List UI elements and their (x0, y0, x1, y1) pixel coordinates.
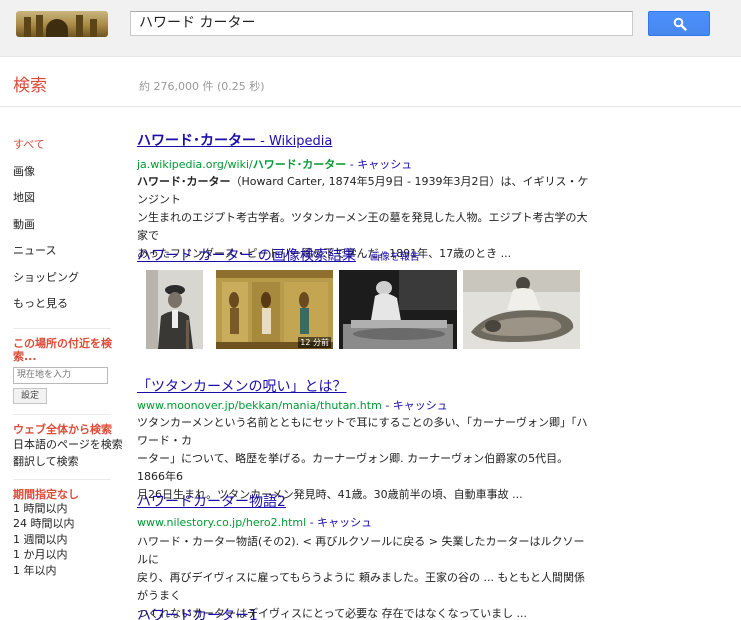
time-1-week[interactable]: 1 週間以内 (13, 532, 131, 548)
page-title: 検索 (13, 76, 47, 96)
result-title-link[interactable]: 「ツタンカーメンの呪い」とは？ (137, 377, 589, 397)
image-results-link[interactable]: ハワード カーター の画像検索結果 (137, 248, 356, 264)
result-item: ハワード･カーター - Wikipedia ja.wikipedia.org/w… (137, 131, 589, 263)
result-title-link[interactable]: ハワード･カーター - Wikipedia (137, 131, 589, 152)
sidebar-item-news[interactable]: ニュース (13, 238, 131, 265)
result-url: www.moonover.jp/bekkan/mania/thutan.htm … (137, 399, 448, 412)
search-button[interactable] (648, 11, 710, 36)
sidebar-divider (13, 478, 111, 480)
location-input[interactable] (13, 366, 108, 384)
result-item: 「ツタンカーメンの呪い」とは？ www.moonover.jp/bekkan/m… (137, 377, 589, 504)
sidebar-item-all[interactable]: すべて (13, 132, 131, 159)
sidebar-translated-search[interactable]: 翻訳して検索 (13, 455, 131, 469)
result-title-link[interactable]: ハワードカーター物語2 (137, 492, 589, 512)
result-item: ハワードカーター1 (137, 606, 589, 620)
sidebar-item-more[interactable]: もっと見る (13, 291, 131, 318)
result-item: ハワードカーター物語2 www.nilestory.co.jp/hero2.ht… (137, 492, 589, 620)
result-snippet: ツタンカーメンという名前とともにセットで耳にすることの多い、「カーナーヴォン卿」… (137, 416, 588, 501)
doodle-logo[interactable] (16, 11, 108, 37)
sidebar: すべて 画像 地図 動画 ニュース ショッピング もっと見る この場所の付近を検… (13, 132, 131, 578)
sidebar-item-maps[interactable]: 地図 (13, 185, 131, 212)
sidebar-japanese-pages[interactable]: 日本語のページを検索 (13, 438, 131, 452)
mummy-case-photo-image (463, 270, 580, 349)
report-images-link[interactable]: - 画像を報告 (360, 252, 420, 263)
time-1-month[interactable]: 1 か月以内 (13, 547, 131, 563)
time-24-hours[interactable]: 24 時間以内 (13, 516, 131, 532)
search-input[interactable]: ハワード カーター (130, 11, 633, 36)
cache-link[interactable]: - キャッシュ (346, 158, 412, 171)
result-url: www.nilestory.co.jp/hero2.html - キャッシュ (137, 516, 373, 529)
search-icon (673, 17, 687, 31)
sarcophagus-photo-image (339, 270, 457, 349)
sidebar-divider (13, 413, 111, 415)
result-title-link[interactable]: ハワードカーター1 (137, 606, 589, 620)
top-bar: ハワード カーター (0, 0, 741, 57)
image-thumbnail[interactable] (339, 270, 457, 349)
image-results-header: ハワード カーター の画像検索結果 - 画像を報告 (137, 245, 420, 265)
sidebar-divider (13, 327, 111, 329)
time-heading: 期間指定なし (13, 487, 79, 501)
time-1-hour[interactable]: 1 時間以内 (13, 501, 131, 517)
sidebar-item-videos[interactable]: 動画 (13, 212, 131, 239)
cache-link[interactable]: - キャッシュ (382, 399, 447, 412)
thumbnail-age-badge: 12 分前 (298, 337, 331, 348)
portrait-photo-image (146, 270, 203, 349)
image-thumbnail[interactable]: 12 分前 (216, 270, 333, 349)
cache-link[interactable]: - キャッシュ (306, 516, 372, 529)
result-url: ja.wikipedia.org/wiki/ハワード･カーター - キャッシュ (137, 158, 413, 171)
location-set-button[interactable]: 設定 (13, 387, 48, 404)
web-scope-heading: ウェブ全体から検索 (13, 422, 112, 436)
result-stats: 約 276,000 件 (0.25 秒) (139, 80, 265, 93)
image-thumbnail[interactable] (463, 270, 580, 349)
sidebar-item-shopping[interactable]: ショッピング (13, 265, 131, 292)
subheader: 検索 約 276,000 件 (0.25 秒) (0, 57, 741, 107)
image-thumbnail[interactable] (146, 270, 203, 349)
sidebar-item-images[interactable]: 画像 (13, 159, 131, 186)
location-heading: この場所の付近を検索... (13, 336, 112, 363)
time-1-year[interactable]: 1 年以内 (13, 563, 131, 579)
